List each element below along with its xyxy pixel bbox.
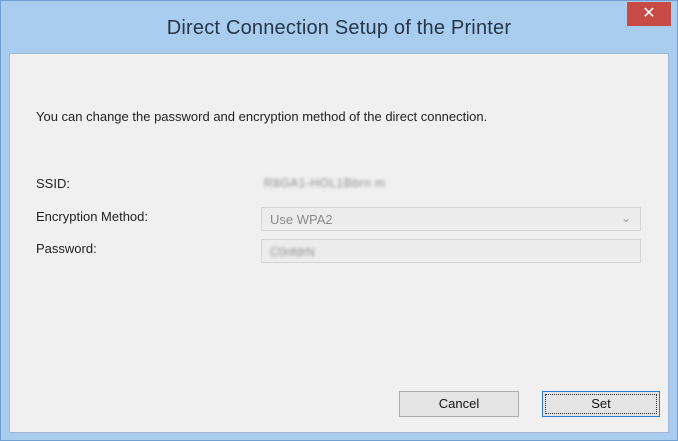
titlebar[interactable]: Direct Connection Setup of the Printer ✕: [1, 1, 677, 53]
cancel-button[interactable]: Cancel: [399, 391, 519, 417]
ssid-value: R8GA1-HOL1Bbrn m: [264, 176, 386, 190]
cancel-button-label: Cancel: [438, 396, 480, 411]
ssid-label: SSID:: [36, 176, 70, 191]
dialog-window: Direct Connection Setup of the Printer ✕…: [0, 0, 678, 441]
encryption-method-value: Use WPA2: [270, 212, 333, 227]
password-value: C0nfdrN: [270, 245, 315, 259]
password-field[interactable]: C0nfdrN: [261, 239, 641, 263]
chevron-down-icon: ⌄: [620, 211, 631, 225]
dialog-body: You can change the password and encrypti…: [9, 53, 669, 433]
set-button[interactable]: Set: [542, 391, 660, 417]
close-button[interactable]: ✕: [627, 2, 671, 26]
password-label: Password:: [36, 241, 97, 256]
encryption-method-select[interactable]: Use WPA2 ⌄: [261, 207, 641, 231]
encryption-method-label: Encryption Method:: [36, 209, 149, 224]
close-icon: ✕: [642, 5, 656, 22]
window-title: Direct Connection Setup of the Printer: [166, 17, 512, 39]
description-text: You can change the password and encrypti…: [36, 109, 488, 124]
set-button-focus-ring: [545, 394, 657, 414]
